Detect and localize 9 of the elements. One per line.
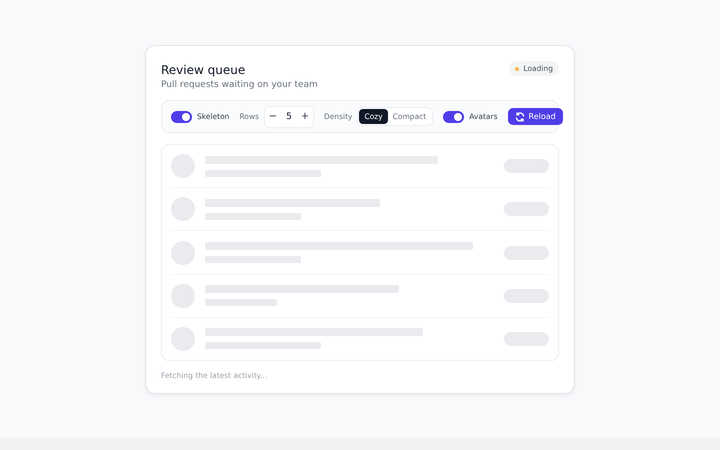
card-subtitle: Pull requests waiting on your team [161, 80, 318, 90]
increment-button[interactable]: + [296, 111, 313, 122]
rows-value: 5 [285, 112, 293, 122]
decrement-button[interactable]: − [264, 111, 281, 122]
reload-button[interactable]: Reload [508, 108, 563, 125]
skeleton-toggle[interactable] [171, 110, 192, 122]
card-title: Review queue [161, 63, 246, 77]
avatars-toggle[interactable] [443, 110, 464, 122]
refresh-icon [514, 112, 524, 122]
